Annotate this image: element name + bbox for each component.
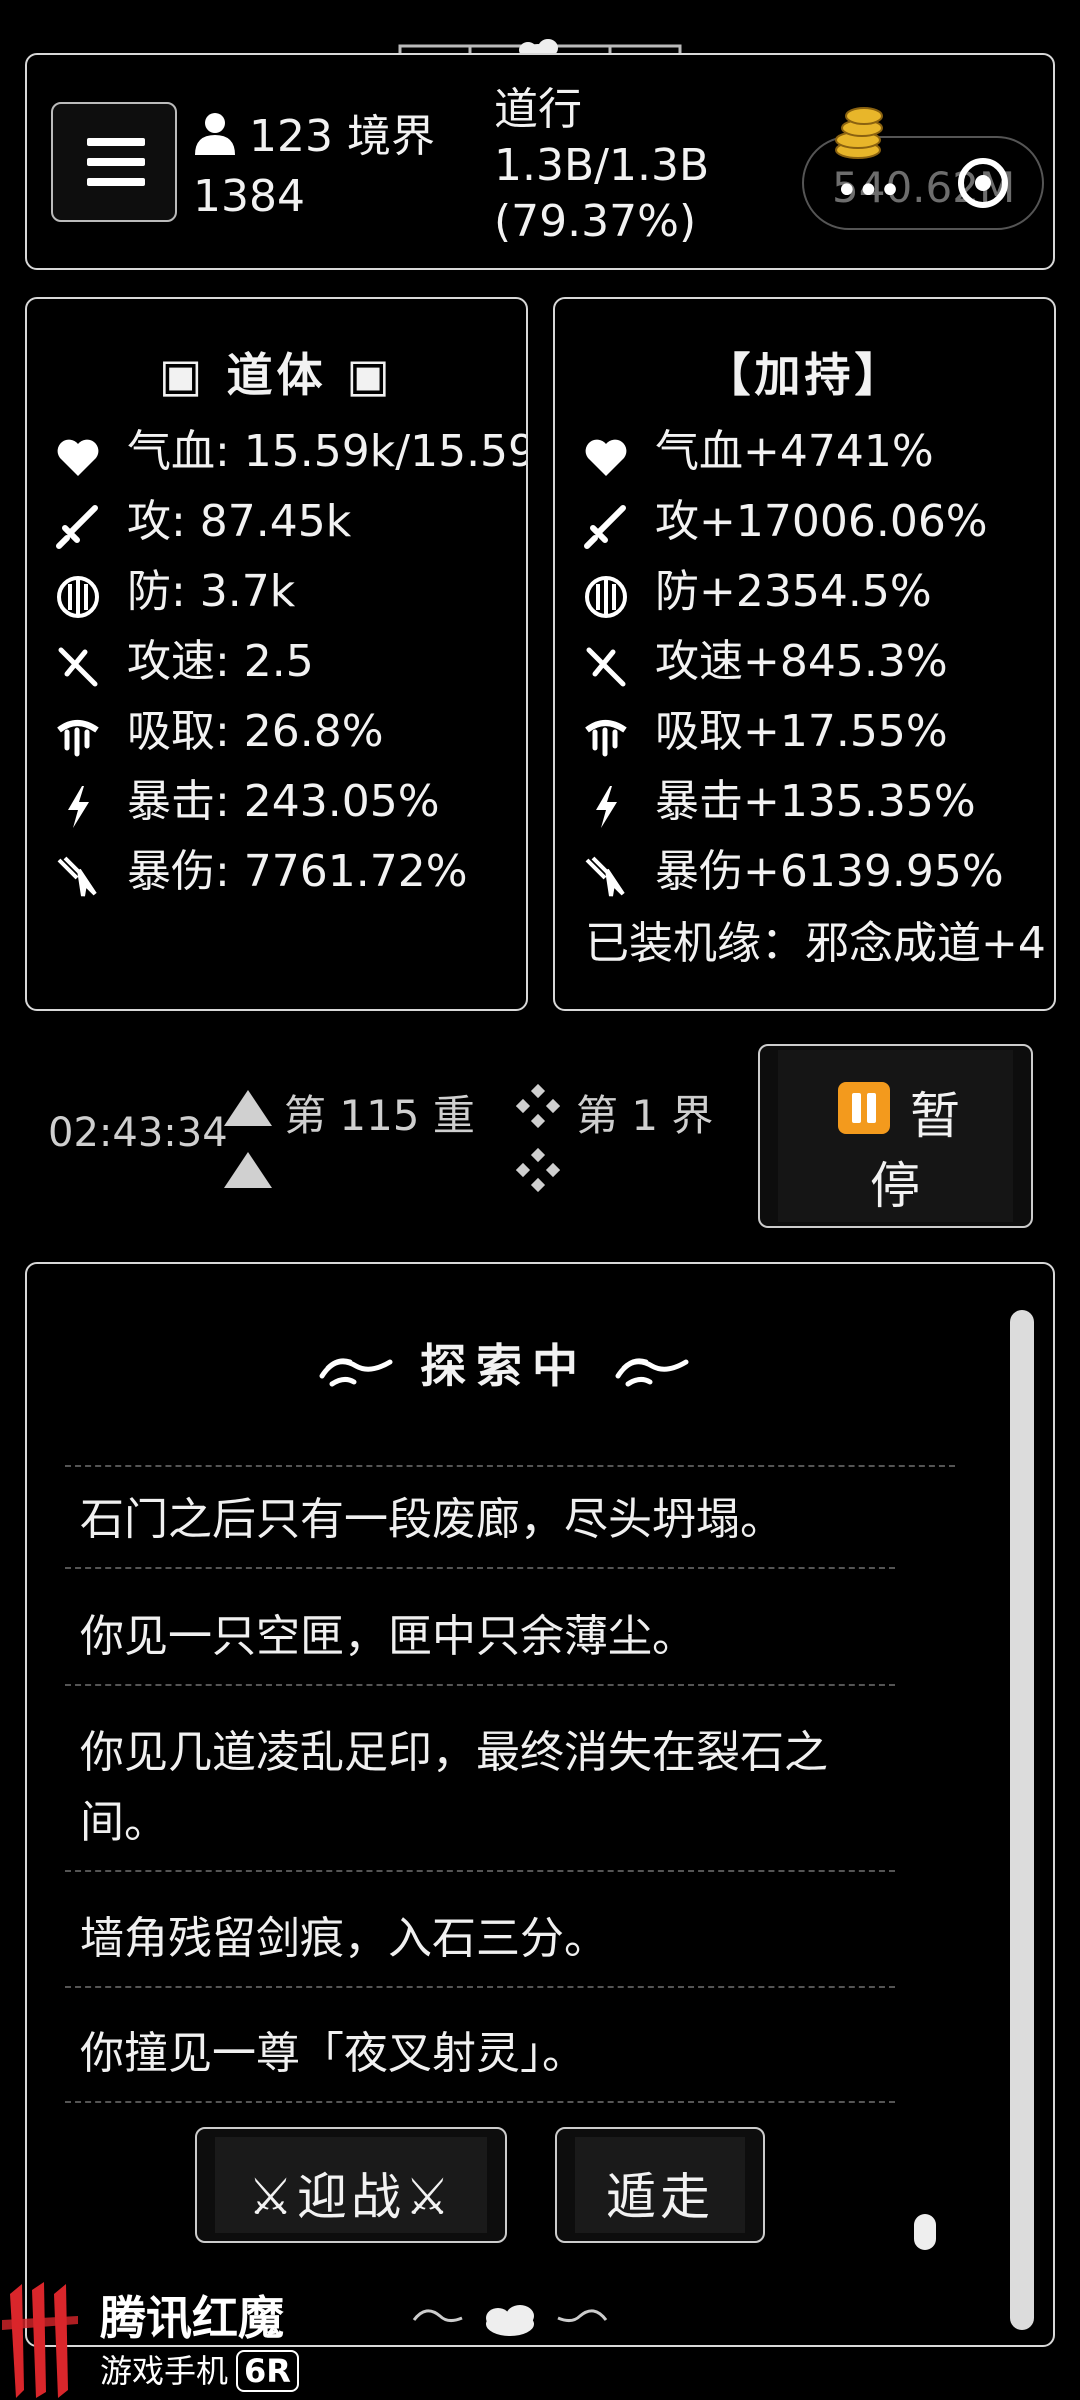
stat-row-critdmg: 暴伤: 7761.72% [55, 837, 468, 907]
crossed-sword-icon [55, 641, 101, 687]
pause-button[interactable]: 暂 停 [758, 1044, 1033, 1228]
stat-text: 气血: 15.59k/15.59k [127, 426, 528, 477]
stat-text: 攻速: 2.5 [127, 636, 314, 687]
watermark-brand: 腾讯红魔 [100, 2291, 284, 2345]
sword-icon [55, 501, 101, 549]
pause-label-2: 停 [870, 1157, 920, 1215]
gold-coins-icon [835, 107, 883, 159]
daoxing-label: 道行 [494, 84, 582, 135]
mountain-icon [224, 1090, 272, 1126]
mountain-icon [224, 1152, 272, 1188]
log-entry: 你撞见一尊「夜叉射灵」。 [80, 2028, 586, 2079]
stat-text: 攻: 87.45k [127, 496, 352, 547]
log-divider [65, 1986, 895, 1988]
buff-row-hp: 气血+4741% [583, 417, 934, 487]
shield-icon [55, 571, 101, 618]
cloud-ornament-bottom [412, 2305, 608, 2336]
watermark-badge: 6R [236, 2350, 299, 2392]
equipped-fortune: 已装机缘：邪念成道+4 [585, 918, 1046, 969]
log-divider [65, 1684, 895, 1686]
run-timer: 02:43:34 [48, 1110, 228, 1156]
buff-row-drain: 吸取+17.55% [583, 697, 948, 767]
buff-row-critdmg: 暴伤+6139.95% [583, 837, 1004, 907]
log-divider [65, 1870, 895, 1872]
realm-text: 123 境界 [249, 111, 435, 162]
wind-swirl-icon [319, 1357, 393, 1386]
stat-row-spd: 攻速: 2.5 [55, 627, 314, 697]
flee-button[interactable]: 遁走 [555, 2127, 765, 2243]
buff-row-atk: 攻+17006.06% [583, 487, 988, 557]
stat-row-crit: 暴击: 243.05% [55, 767, 440, 837]
blood-drip-icon [583, 711, 629, 757]
daoxing-block: 道行 1.3B/1.3B (79.37%) [494, 82, 709, 250]
close-target-icon[interactable] [958, 158, 1008, 208]
log-divider [65, 1465, 955, 1467]
log-entry: 石门之后只有一段废廊，尽头坍塌。 [80, 1494, 784, 1545]
menu-button[interactable] [51, 102, 177, 222]
buff-text: 暴伤+6139.95% [655, 846, 1004, 897]
crossed-sword-icon [583, 641, 629, 687]
watermark-sub-text: 游戏手机 [100, 2352, 229, 2390]
stat-row-hp: 气血: 15.59k/15.59k [55, 417, 528, 487]
lightning-icon [583, 781, 629, 828]
shield-icon [583, 571, 629, 618]
stat-row-drain: 吸取: 26.8% [55, 697, 384, 767]
buff-row-def: 防+2354.5% [583, 557, 932, 627]
buff-row-crit: 暴击+135.35% [583, 767, 976, 837]
lightning-icon [55, 781, 101, 828]
log-entry: 你见一只空匣，匣中只余薄尘。 [80, 1611, 696, 1662]
explore-title-text: 探索中 [420, 1339, 589, 1393]
fight-button[interactable]: ⚔迎战⚔ [195, 2127, 507, 2243]
floor-indicator: 第 115 重 [284, 1091, 475, 1140]
body-stats-panel: ▣ 道体 ▣ 气血: 15.59k/15.59k 攻: 87.45k 防: 3.… [25, 297, 528, 1011]
realm-diamond-icon [516, 1084, 560, 1128]
buff-stats-panel: 【加持】 气血+4741% 攻+17006.06% 防+2354.5% 攻速+8… [553, 297, 1056, 1011]
pause-icon [838, 1082, 890, 1134]
scroll-thumb[interactable] [914, 2214, 936, 2250]
buff-text: 暴击+135.35% [655, 776, 976, 827]
daoxing-value: 1.3B/1.3B [494, 140, 710, 191]
stat-text: 吸取: 26.8% [127, 706, 384, 757]
buff-panel-title: 【加持】 [704, 348, 905, 402]
red-magic-logo-icon [2, 2282, 78, 2398]
watermark-subtitle: 游戏手机 6R [100, 2346, 299, 2392]
buff-text: 攻速+845.3% [655, 636, 948, 687]
buff-text: 防+2354.5% [655, 566, 932, 617]
person-icon [195, 113, 235, 155]
log-entry: 墙角残留剑痕，入石三分。 [80, 1913, 608, 1964]
wind-swirl-icon [615, 1357, 689, 1386]
log-entry: 你见几道凌乱足印，最终消失在裂石之间。 [80, 1727, 828, 1848]
sword-icon [583, 501, 629, 549]
realm-diamond-icon [516, 1148, 560, 1192]
stat-text: 暴伤: 7761.72% [127, 846, 468, 897]
log-divider [65, 2101, 895, 2103]
stat-row-def: 防: 3.7k [55, 557, 295, 627]
stat-row-atk: 攻: 87.45k [55, 487, 351, 557]
body-panel-title: ▣ 道体 ▣ [159, 348, 394, 402]
log-divider [65, 1567, 895, 1569]
heart-icon [583, 431, 629, 477]
crit-burst-icon [583, 851, 629, 897]
scrollbar[interactable] [1010, 1310, 1034, 2330]
crit-burst-icon [55, 851, 101, 897]
level-value: 1384 [193, 171, 305, 222]
blood-drip-icon [55, 711, 101, 757]
stat-text: 暴击: 243.05% [127, 776, 440, 827]
realm-indicator: 第 1 界 [576, 1091, 714, 1140]
explore-title: 探索中 [318, 1330, 690, 1396]
pause-label-1: 暂 [910, 1087, 960, 1145]
more-dots-icon[interactable]: ••• [835, 168, 902, 214]
buff-text: 气血+4741% [655, 426, 934, 477]
heart-icon [55, 431, 101, 477]
player-realm: 123 境界 [193, 110, 435, 164]
stat-text: 防: 3.7k [127, 566, 296, 617]
buff-row-spd: 攻速+845.3% [583, 627, 948, 697]
daoxing-percent: (79.37%) [494, 196, 697, 247]
buff-text: 攻+17006.06% [655, 496, 988, 547]
buff-text: 吸取+17.55% [655, 706, 948, 757]
flee-label: 遁走 [606, 2168, 714, 2226]
fight-label: ⚔迎战⚔ [248, 2168, 454, 2226]
